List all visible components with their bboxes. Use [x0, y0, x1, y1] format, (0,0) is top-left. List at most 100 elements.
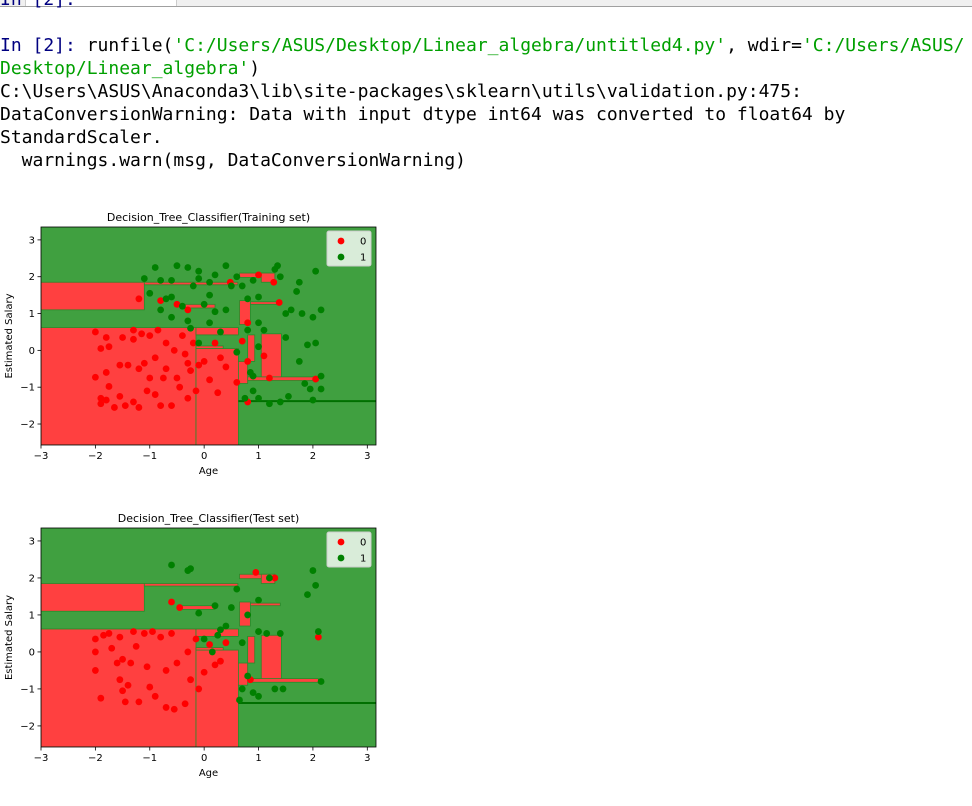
data-point-class-1: [195, 275, 203, 282]
region-class-0: [249, 301, 281, 305]
data-point-class-1: [244, 672, 252, 680]
data-point-class-0: [119, 687, 126, 695]
data-point-class-1: [301, 380, 309, 387]
data-point-class-1: [222, 262, 230, 270]
x-tick-label: 0: [201, 451, 207, 462]
region-class-0: [247, 678, 319, 683]
data-point-class-0: [102, 369, 110, 376]
region-class-0: [143, 583, 239, 587]
data-point-class-0: [91, 373, 99, 381]
data-point-class-1: [263, 630, 271, 637]
data-point-class-0: [91, 635, 99, 643]
data-point-class-0: [119, 334, 126, 341]
chart-title: Decision_Tree_Classifier(Training set): [107, 211, 310, 224]
data-point-class-0: [108, 644, 116, 652]
data-point-class-0: [184, 648, 192, 656]
data-point-class-1: [178, 302, 186, 310]
data-point-class-0: [222, 363, 230, 371]
data-point-class-1: [168, 276, 175, 284]
data-point-class-1: [249, 387, 257, 395]
data-point-class-1: [317, 385, 325, 393]
y-tick-label: 2: [29, 272, 35, 283]
data-point-class-0: [105, 343, 113, 351]
data-point-class-0: [91, 667, 99, 674]
x-axis-label: Age: [199, 466, 218, 477]
data-point-class-1: [298, 310, 306, 317]
plot-area: [41, 528, 376, 747]
data-point-class-1: [206, 291, 213, 299]
data-point-class-1: [309, 313, 317, 321]
legend-label: 1: [360, 253, 366, 264]
data-point-class-1: [282, 334, 290, 341]
data-point-class-0: [138, 330, 146, 338]
data-point-class-1: [211, 271, 219, 279]
data-point-class-1: [255, 596, 262, 604]
x-tick-label: 0: [201, 753, 207, 764]
data-point-class-0: [97, 694, 105, 702]
data-point-class-1: [146, 289, 154, 297]
x-tick-label: −2: [88, 451, 103, 462]
data-point-class-0: [105, 630, 113, 637]
chart-test: −3 −2 −1 0 1 2 3−2−10123Decision_Tree_Classifi…: [4, 512, 377, 779]
data-point-class-0: [170, 346, 178, 354]
data-point-class-1: [195, 339, 203, 347]
data-point-class-0: [168, 598, 175, 606]
x-tick-label: 2: [310, 451, 316, 462]
data-point-class-1: [246, 369, 254, 376]
data-point-class-0: [146, 332, 154, 340]
data-point-class-1: [306, 385, 314, 393]
data-point-class-1: [304, 341, 311, 349]
data-point-class-1: [255, 692, 262, 700]
data-point-class-1: [184, 264, 192, 271]
data-point-class-1: [157, 276, 165, 284]
data-point-class-0: [146, 683, 154, 691]
data-point-class-0: [162, 704, 170, 711]
data-point-class-0: [105, 383, 113, 390]
legend-label: 0: [360, 538, 366, 549]
data-point-class-0: [255, 271, 262, 279]
region-class-0: [41, 327, 197, 445]
data-point-class-1: [293, 288, 301, 295]
data-point-class-1: [274, 262, 281, 270]
data-point-class-0: [135, 698, 143, 706]
data-point-class-1: [295, 358, 303, 365]
data-point-class-0: [187, 367, 194, 375]
data-point-class-0: [270, 278, 278, 286]
data-point-class-1: [157, 306, 165, 314]
data-point-class-0: [135, 295, 143, 303]
data-point-class-1: [206, 319, 213, 327]
data-point-class-0: [135, 404, 143, 411]
data-point-class-1: [271, 685, 279, 693]
data-point-class-1: [227, 282, 235, 290]
data-point-class-1: [244, 295, 252, 303]
y-axis-label: Estimated Salary: [4, 293, 15, 378]
data-point-class-0: [151, 354, 159, 362]
data-point-class-1: [317, 372, 325, 380]
data-point-class-0: [195, 685, 203, 693]
data-point-class-0: [146, 374, 154, 382]
data-point-class-1: [266, 574, 273, 582]
data-point-class-0: [121, 402, 129, 409]
data-point-class-1: [295, 278, 303, 286]
data-point-class-0: [275, 299, 283, 306]
data-point-class-1: [255, 628, 262, 635]
data-point-class-1: [317, 306, 325, 314]
data-point-class-1: [222, 306, 230, 314]
data-point-class-0: [111, 404, 118, 411]
x-tick-label: 1: [255, 753, 261, 764]
data-point-class-0: [184, 394, 192, 402]
data-point-class-1: [173, 262, 181, 270]
y-tick-label: −2: [20, 420, 35, 431]
data-point-class-1: [168, 561, 175, 569]
data-point-class-0: [233, 378, 241, 386]
data-point-class-1: [287, 306, 295, 314]
data-point-class-0: [116, 361, 124, 369]
x-tick-label: 3: [364, 753, 370, 764]
legend-marker-class-0: [337, 237, 345, 245]
data-point-class-1: [236, 696, 243, 704]
data-point-class-0: [135, 365, 143, 373]
plots-canvas: −3 −2 −1 0 1 2 3−2−10123Decision_Tree_Classifi…: [4, 211, 377, 779]
legend: 01: [326, 531, 372, 568]
region-class-0: [247, 334, 256, 362]
data-point-class-1: [211, 602, 219, 610]
